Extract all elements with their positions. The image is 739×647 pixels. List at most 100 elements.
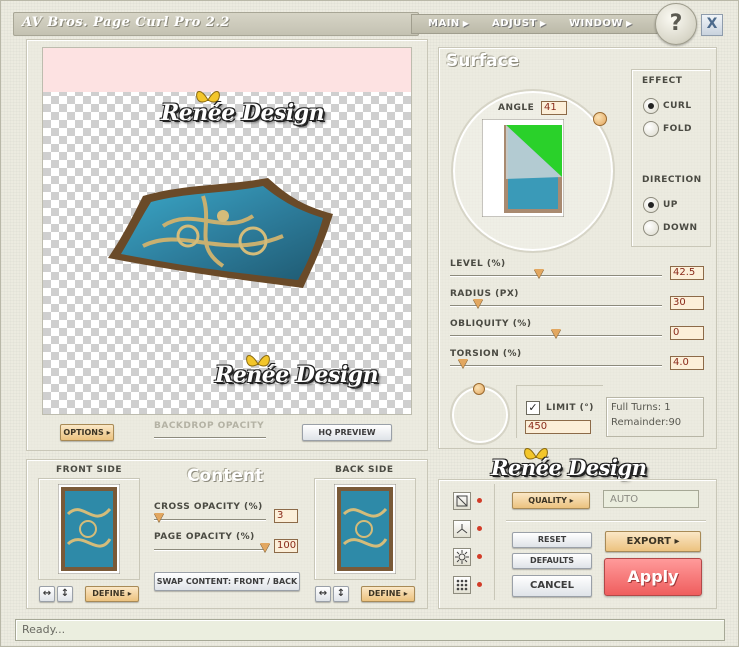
arrow-right-icon: ▸ (127, 589, 132, 598)
radius-slider-thumb[interactable] (472, 299, 483, 308)
menu-main[interactable]: MAIN ▶ (428, 18, 469, 29)
torsion-input[interactable]: 4.0 (670, 356, 704, 370)
tool-indicator-dot (477, 554, 482, 559)
limit-checkbox[interactable]: ✓ (526, 401, 540, 415)
quality-button[interactable]: QUALITY ▸ (512, 492, 590, 509)
effect-fold-label: FOLD (663, 124, 693, 134)
preview-backdrop-band (43, 48, 411, 92)
effect-curl-label: CURL (663, 101, 692, 111)
level-slider[interactable] (450, 275, 662, 277)
watermark-logo-top: Renée Design (161, 100, 325, 126)
status-text: Ready... (22, 623, 66, 636)
level-slider-thumb[interactable] (534, 269, 545, 278)
curl-preview-icon (482, 119, 564, 217)
front-flip-vertical-button[interactable]: ↕ (57, 586, 73, 602)
define-label: DEFINE (92, 589, 125, 598)
page-opacity-slider[interactable] (154, 549, 266, 551)
title-bar[interactable]: AV Bros. Page Curl Pro 2.2 (13, 12, 419, 36)
angle-input[interactable]: 41 (541, 101, 567, 115)
arrow-right-icon: ▸ (403, 589, 408, 598)
export-label: EXPORT (626, 536, 671, 547)
page-opacity-label: PAGE OPACITY (%) (154, 532, 255, 542)
status-bar: Ready... (15, 619, 725, 641)
export-button[interactable]: EXPORT ▸ (605, 531, 701, 552)
cross-opacity-slider-thumb[interactable] (154, 513, 164, 522)
arrow-right-icon: ▸ (569, 496, 574, 505)
menu-adjust[interactable]: ADJUST ▶ (492, 18, 547, 29)
full-turns-text: Full Turns: 1 (611, 402, 671, 413)
menu-main-label: MAIN (428, 18, 460, 29)
direction-up-radio[interactable] (643, 197, 659, 213)
front-define-button[interactable]: DEFINE ▸ (85, 586, 139, 602)
tool-indicator-dot (477, 498, 482, 503)
reset-button[interactable]: RESET (512, 532, 592, 548)
angle-label: ANGLE (498, 103, 535, 113)
page-opacity-input[interactable]: 100 (274, 539, 298, 553)
quality-field: AUTO (603, 490, 699, 508)
actions-divider (506, 520, 706, 522)
backdrop-opacity-label: BACKDROP OPACITY (154, 421, 265, 431)
define-label: DEFINE (368, 589, 401, 598)
front-side-thumbnail[interactable] (58, 484, 120, 574)
surface-title: Surface (446, 51, 520, 71)
page-tool-icon[interactable] (453, 492, 471, 510)
cancel-button[interactable]: CANCEL (512, 575, 592, 597)
torsion-slider[interactable] (450, 365, 662, 367)
back-define-button[interactable]: DEFINE ▸ (361, 586, 415, 602)
direction-down-label: DOWN (663, 223, 698, 233)
page-curl-window: AV Bros. Page Curl Pro 2.2 MAIN ▶ ADJUST ▶… (0, 0, 739, 647)
options-label: OPTIONS (63, 428, 104, 437)
front-flip-horizontal-button[interactable]: ↔ (39, 586, 55, 602)
backdrop-opacity-slider[interactable] (154, 437, 266, 439)
curled-page-image (108, 178, 333, 288)
cross-opacity-slider[interactable] (154, 519, 266, 521)
torsion-dial-handle[interactable] (473, 383, 485, 395)
level-input[interactable]: 42.5 (670, 266, 704, 280)
radius-input[interactable]: 30 (670, 296, 704, 310)
quality-label: QUALITY (528, 496, 567, 505)
obliquity-slider-thumb[interactable] (551, 329, 561, 338)
angle-dial-handle[interactable] (593, 112, 607, 126)
defaults-button[interactable]: DEFAULTS (512, 553, 592, 569)
window-title: AV Bros. Page Curl Pro 2.2 (22, 15, 230, 30)
arrow-right-icon: ▸ (106, 428, 111, 437)
apply-button[interactable]: Apply (604, 558, 702, 596)
obliquity-input[interactable]: 0 (670, 326, 704, 340)
content-title: Content (187, 466, 264, 486)
front-side-label: FRONT SIDE (56, 465, 122, 475)
back-flip-vertical-button[interactable]: ↕ (333, 586, 349, 602)
options-button[interactable]: OPTIONS ▸ (60, 424, 114, 441)
radius-label: RADIUS (PX) (450, 289, 519, 299)
axis-tool-icon[interactable] (453, 520, 471, 538)
menu-bar: MAIN ▶ ADJUST ▶ WINDOW ▶ (411, 14, 659, 34)
light-tool-icon[interactable] (453, 548, 471, 566)
cross-opacity-input[interactable]: 3 (274, 509, 298, 523)
menu-window-label: WINDOW (569, 18, 623, 29)
hq-preview-button[interactable]: HQ PREVIEW (302, 424, 392, 441)
menu-adjust-label: ADJUST (492, 18, 537, 29)
effect-curl-radio[interactable] (643, 98, 659, 114)
arrow-right-icon: ▶ (462, 19, 470, 28)
torsion-label: TORSION (%) (450, 349, 522, 359)
page-opacity-slider-thumb[interactable] (260, 543, 270, 552)
level-label: LEVEL (%) (450, 259, 506, 269)
effect-direction-group (631, 69, 711, 247)
swap-content-button[interactable]: SWAP CONTENT: FRONT / BACK (154, 572, 300, 591)
back-side-label: BACK SIDE (335, 465, 394, 475)
direction-down-radio[interactable] (643, 220, 659, 236)
menu-window[interactable]: WINDOW ▶ (569, 18, 633, 29)
back-flip-horizontal-button[interactable]: ↔ (315, 586, 331, 602)
tool-indicator-dot (477, 526, 482, 531)
help-button[interactable]: ? (655, 3, 697, 45)
preview-canvas[interactable]: Renée Design Renée Design (42, 47, 412, 415)
back-side-thumbnail[interactable] (334, 484, 396, 574)
torsion-slider-thumb[interactable] (457, 359, 468, 368)
grid-tool-icon[interactable] (453, 576, 471, 594)
direction-up-label: UP (663, 200, 678, 210)
effect-fold-radio[interactable] (643, 121, 659, 137)
limit-input[interactable]: 450 (525, 420, 591, 434)
close-button[interactable]: X (701, 14, 723, 36)
obliquity-label: OBLIQUITY (%) (450, 319, 532, 329)
remainder-text: Remainder:90 (611, 417, 682, 428)
arrow-right-icon: ▶ (625, 19, 633, 28)
